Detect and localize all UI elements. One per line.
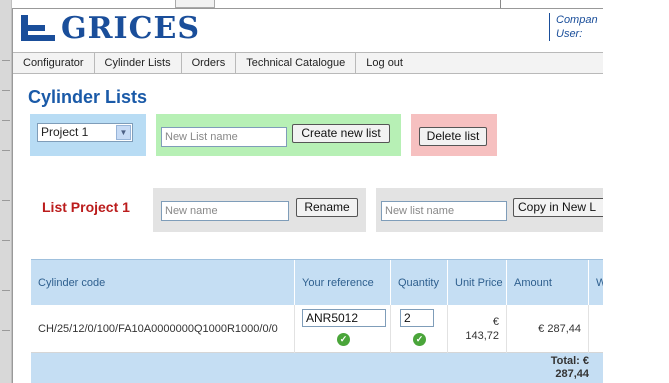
header-your-reference[interactable]: Your reference <box>295 260 391 306</box>
account-info: Compan User: <box>549 13 603 41</box>
nav-cylinder-lists[interactable]: Cylinder Lists <box>95 53 182 73</box>
unit-price-value: 143,72 <box>465 330 499 342</box>
cell-your-reference: ANR5012 ✓ <box>295 305 391 353</box>
project-select-panel: Project 1 ▼ <box>30 114 146 156</box>
cell-cylinder-code: CH/25/12/0/100/FA10A0000000Q1000R1000/0/… <box>31 305 295 353</box>
rename-panel: New name Rename <box>153 188 366 232</box>
background-document-edge <box>0 0 12 383</box>
total-label: Total: € <box>550 355 589 367</box>
copy-list-name-input[interactable]: New list name <box>381 201 507 221</box>
rename-input[interactable]: New name <box>161 201 289 221</box>
cell-amount: € 287,44 <box>507 305 589 353</box>
nav-log-out[interactable]: Log out <box>356 53 413 73</box>
cell-truncated <box>589 305 603 353</box>
copy-in-new-list-button[interactable]: Copy in New L <box>513 198 603 217</box>
list-title: List Project 1 <box>42 199 130 215</box>
table-footer: Total: € 287,44 T <box>31 353 603 383</box>
reference-input[interactable]: ANR5012 <box>302 309 386 327</box>
header-truncated[interactable]: W <box>589 260 603 306</box>
table-row: CH/25/12/0/100/FA10A0000000Q1000R1000/0/… <box>31 305 603 353</box>
project-select[interactable]: Project 1 ▼ <box>37 123 133 142</box>
main-nav: Configurator Cylinder Lists Orders Techn… <box>13 52 603 74</box>
unit-price-currency: € <box>492 316 499 328</box>
app-window: GRICES Compan User: Configurator Cylinde… <box>12 8 603 383</box>
cell-quantity: 2 ✓ <box>391 305 448 353</box>
logo-text: GRICES <box>61 10 200 46</box>
page-title: Cylinder Lists <box>28 87 148 107</box>
chevron-down-icon[interactable]: ▼ <box>116 125 131 140</box>
copy-list-panel: New list name Copy in New L <box>376 188 603 232</box>
header-unit-price[interactable]: Unit Price <box>448 260 507 306</box>
grices-logo[interactable]: GRICES <box>21 10 200 46</box>
background-window-edge <box>175 0 215 8</box>
total-value: 287,44 <box>555 368 589 380</box>
check-icon: ✓ <box>413 333 426 346</box>
background-divider <box>500 0 501 8</box>
delete-list-button[interactable]: Delete list <box>419 127 487 146</box>
header-cylinder-code[interactable]: Cylinder code <box>31 260 295 306</box>
create-list-panel: New List name Create new list <box>156 114 401 156</box>
rename-button[interactable]: Rename <box>296 198 358 217</box>
new-list-name-input[interactable]: New List name <box>161 127 287 147</box>
total-amount: Total: € 287,44 <box>519 355 589 381</box>
grices-logo-icon <box>21 15 57 41</box>
delete-list-panel: Delete list <box>411 114 497 156</box>
quantity-input[interactable]: 2 <box>400 309 434 327</box>
nav-technical-catalogue[interactable]: Technical Catalogue <box>236 53 357 73</box>
cell-unit-price: € 143,72 <box>448 305 507 353</box>
header-quantity[interactable]: Quantity <box>391 260 448 306</box>
cylinder-table-header: Cylinder code Your reference Quantity Un… <box>31 259 603 306</box>
company-label: Compan <box>556 14 598 26</box>
check-icon: ✓ <box>337 333 350 346</box>
user-label: User: <box>556 28 583 40</box>
project-select-value: Project 1 <box>41 125 89 139</box>
nav-orders[interactable]: Orders <box>182 53 237 73</box>
create-new-list-button[interactable]: Create new list <box>292 124 390 143</box>
header-amount[interactable]: Amount <box>507 260 589 306</box>
nav-configurator[interactable]: Configurator <box>13 53 95 73</box>
